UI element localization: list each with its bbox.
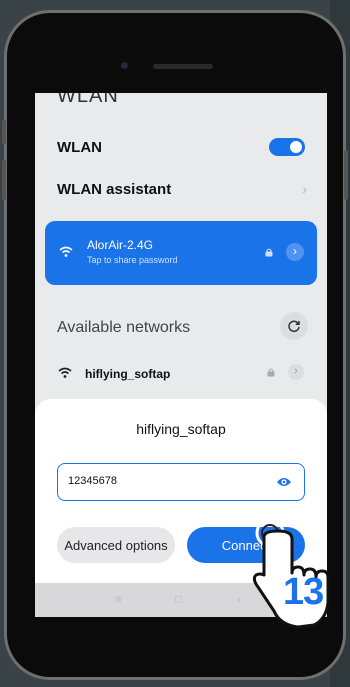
page-title: WLAN bbox=[57, 93, 119, 107]
back-icon[interactable]: ‹ bbox=[237, 592, 241, 606]
wifi-icon bbox=[58, 367, 72, 378]
home-icon[interactable]: □ bbox=[175, 592, 182, 606]
network-item-details-button[interactable]: › bbox=[288, 364, 304, 380]
refresh-button[interactable] bbox=[280, 312, 308, 340]
step-number: 13 bbox=[283, 571, 324, 613]
earpiece-speaker bbox=[153, 64, 213, 69]
advanced-options-button[interactable]: Advanced options bbox=[57, 527, 175, 563]
password-value: 12345678 bbox=[68, 475, 117, 487]
connected-network-card[interactable]: AlorAir-2.4G Tap to share password › bbox=[45, 221, 317, 285]
lock-icon bbox=[265, 248, 273, 257]
wlan-assistant-label[interactable]: WLAN assistant bbox=[57, 181, 171, 198]
password-input[interactable]: 12345678 bbox=[57, 463, 305, 501]
side-button bbox=[2, 120, 6, 144]
eye-icon[interactable] bbox=[276, 476, 292, 488]
front-camera bbox=[121, 62, 128, 69]
wlan-label: WLAN bbox=[57, 139, 102, 156]
menu-icon[interactable]: ≡ bbox=[115, 592, 122, 606]
wlan-toggle[interactable] bbox=[269, 138, 305, 156]
lock-icon bbox=[267, 368, 275, 377]
power-button bbox=[344, 150, 348, 200]
dialog-title: hiflying_softap bbox=[136, 421, 226, 437]
network-item-ssid[interactable]: hiflying_softap bbox=[85, 367, 170, 381]
network-details-button[interactable]: › bbox=[286, 243, 304, 261]
connected-ssid: AlorAir-2.4G bbox=[87, 238, 154, 252]
refresh-icon bbox=[288, 320, 300, 333]
side-button bbox=[2, 160, 6, 200]
connected-subtitle: Tap to share password bbox=[87, 255, 178, 265]
wifi-icon bbox=[59, 246, 73, 257]
chevron-right-icon: › bbox=[302, 181, 307, 197]
available-networks-heading: Available networks bbox=[57, 319, 191, 336]
toggle-knob bbox=[290, 141, 302, 153]
